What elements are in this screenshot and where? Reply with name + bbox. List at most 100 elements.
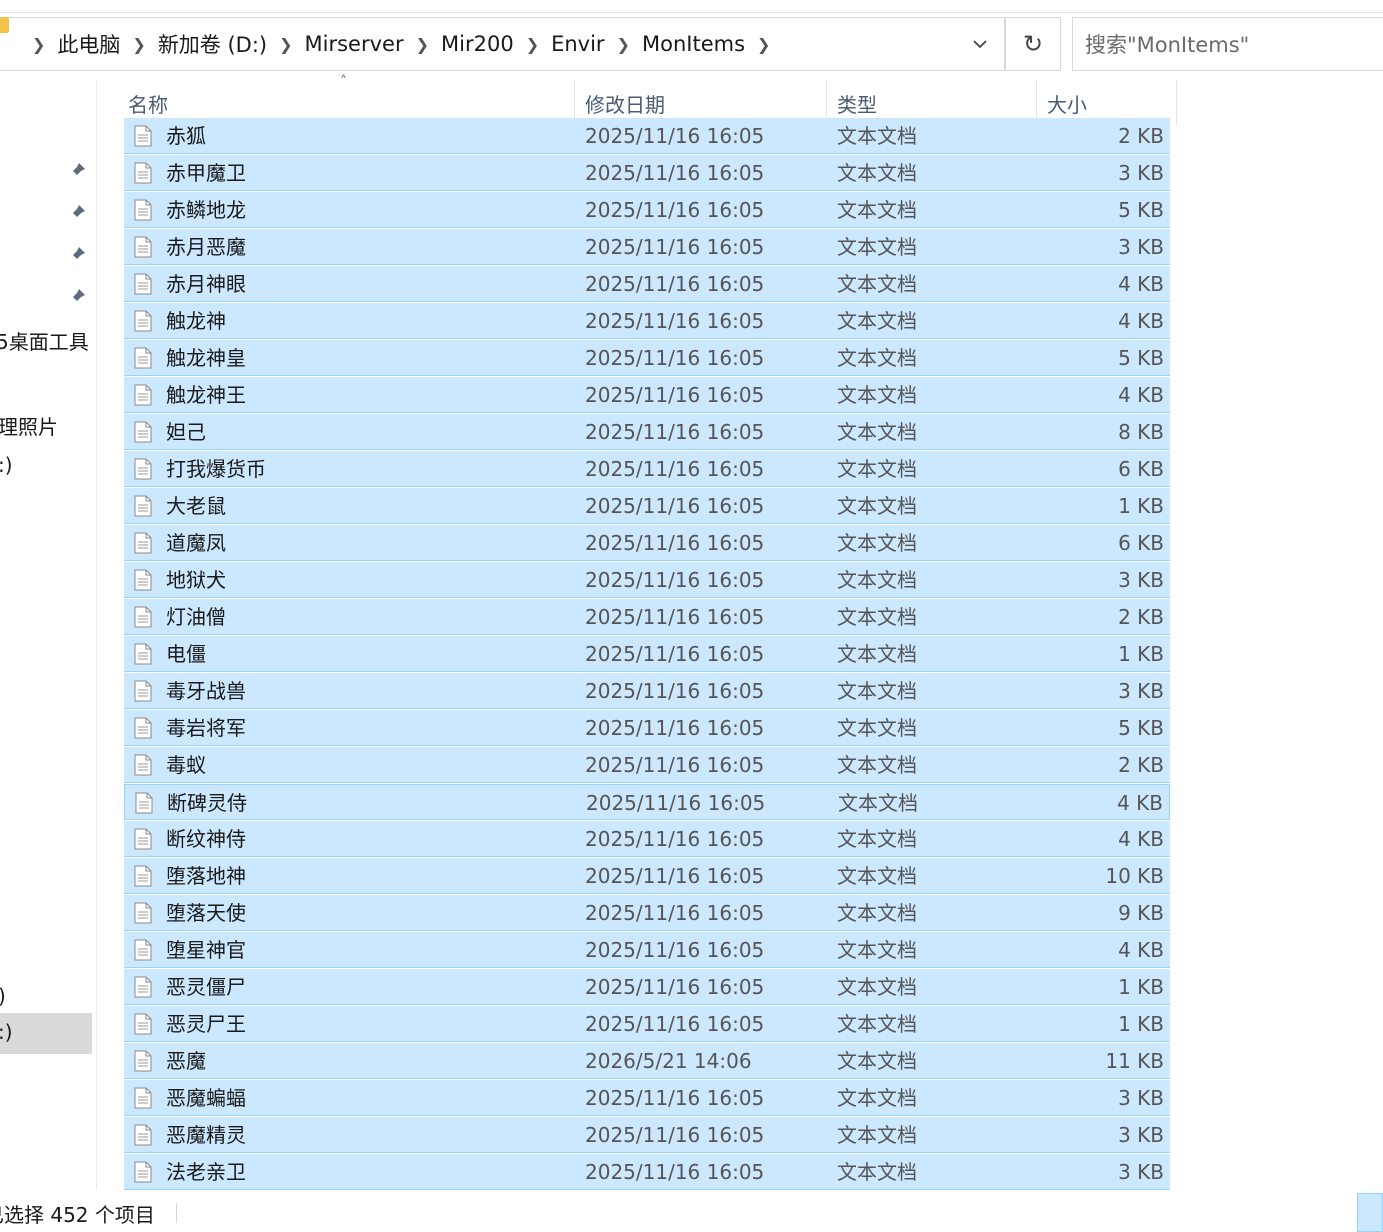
file-row[interactable]: 毒岩将军 2025/11/16 16:05 文本文档 5 KB — [124, 710, 1170, 746]
file-row[interactable]: 恶灵尸王 2025/11/16 16:05 文本文档 1 KB — [124, 1006, 1170, 1042]
chevron-right-icon[interactable]: ❯ — [526, 35, 539, 54]
chevron-right-icon[interactable]: ❯ — [132, 35, 145, 54]
file-type: 文本文档 — [837, 383, 917, 407]
file-row[interactable]: 触龙神 2025/11/16 16:05 文本文档 4 KB — [124, 303, 1170, 339]
nav-item-drive-d: :) — [0, 1020, 13, 1044]
file-modified-date: 2026/5/21 14:06 — [585, 1049, 752, 1073]
nav-item-drive-c[interactable]: :) — [0, 453, 13, 477]
breadcrumb-item-envir[interactable]: Envir — [551, 32, 604, 56]
pin-icon[interactable] — [66, 286, 88, 308]
text-file-icon — [135, 792, 153, 814]
nav-item-selected[interactable]: :) — [0, 1013, 92, 1054]
file-size: 3 KB — [1118, 235, 1164, 259]
file-row[interactable]: 赤月神眼 2025/11/16 16:05 文本文档 4 KB — [124, 266, 1170, 302]
file-row[interactable]: 堕落地神 2025/11/16 16:05 文本文档 10 KB — [124, 858, 1170, 894]
file-type: 文本文档 — [837, 420, 917, 444]
file-type: 文本文档 — [838, 791, 918, 815]
file-row[interactable]: 毒牙战兽 2025/11/16 16:05 文本文档 3 KB — [124, 673, 1170, 709]
chevron-right-icon[interactable]: ❯ — [416, 35, 429, 54]
chevron-right-icon[interactable]: ❯ — [617, 35, 630, 54]
file-modified-date: 2025/11/16 16:05 — [585, 605, 765, 629]
file-row[interactable]: 赤月恶魔 2025/11/16 16:05 文本文档 3 KB — [124, 229, 1170, 265]
file-list[interactable]: 赤狐 2025/11/16 16:05 文本文档 2 KB 赤甲魔卫 2025/11/16… — [124, 118, 1170, 1192]
file-row[interactable]: 妲己 2025/11/16 16:05 文本文档 8 KB — [124, 414, 1170, 450]
file-type: 文本文档 — [837, 975, 917, 999]
file-name: 断碑灵侍 — [167, 791, 247, 815]
file-type: 文本文档 — [837, 753, 917, 777]
file-row[interactable]: 灯油僧 2025/11/16 16:05 文本文档 2 KB — [124, 599, 1170, 635]
file-row[interactable]: 打我爆货币 2025/11/16 16:05 文本文档 6 KB — [124, 451, 1170, 487]
file-type: 文本文档 — [837, 309, 917, 333]
file-name: 恶魔 — [166, 1049, 206, 1073]
file-name: 毒岩将军 — [166, 716, 246, 740]
search-input[interactable]: 搜索"MonItems" — [1072, 17, 1383, 71]
nav-item-photos[interactable]: 理照片 — [0, 411, 58, 440]
refresh-button[interactable]: ↻ — [1005, 17, 1061, 71]
chevron-right-icon[interactable]: ❯ — [757, 35, 770, 54]
file-row[interactable]: 毒蚁 2025/11/16 16:05 文本文档 2 KB — [124, 747, 1170, 783]
file-type: 文本文档 — [837, 901, 917, 925]
chevron-right-icon[interactable]: ❯ — [279, 35, 292, 54]
breadcrumb-item-drive-d[interactable]: 新加卷 (D:) — [158, 29, 267, 59]
file-size: 3 KB — [1118, 161, 1164, 185]
file-row[interactable]: 地狱犬 2025/11/16 16:05 文本文档 3 KB — [124, 562, 1170, 598]
nav-item-desktop-tools[interactable]: 5桌面工具 — [0, 326, 89, 355]
pin-icon[interactable] — [66, 244, 88, 266]
navigation-pane[interactable]: 5桌面工具 理照片 :) :) ) — [0, 80, 97, 1190]
nav-item-drive-e[interactable]: ) — [0, 984, 6, 1008]
file-row[interactable]: 赤鳞地龙 2025/11/16 16:05 文本文档 5 KB — [124, 192, 1170, 228]
file-name: 赤狐 — [166, 124, 206, 148]
file-name: 触龙神王 — [166, 383, 246, 407]
file-row[interactable]: 法老亲卫 2025/11/16 16:05 文本文档 3 KB — [124, 1154, 1170, 1190]
file-type: 文本文档 — [837, 827, 917, 851]
breadcrumb-item-mir200[interactable]: Mir200 — [441, 32, 514, 56]
file-name: 赤月恶魔 — [166, 235, 246, 259]
address-bar[interactable]: ❯ 此电脑 ❯ 新加卷 (D:) ❯ Mirserver ❯ Mir200 ❯ … — [0, 17, 1005, 71]
file-modified-date: 2025/11/16 16:05 — [585, 124, 765, 148]
file-size: 3 KB — [1118, 679, 1164, 703]
details-view-button[interactable] — [1357, 1193, 1383, 1232]
file-row[interactable]: 触龙神皇 2025/11/16 16:05 文本文档 5 KB — [124, 340, 1170, 376]
file-row[interactable]: 堕星神官 2025/11/16 16:05 文本文档 4 KB — [124, 932, 1170, 968]
file-size: 3 KB — [1118, 1086, 1164, 1110]
file-row[interactable]: 赤狐 2025/11/16 16:05 文本文档 2 KB — [124, 118, 1170, 154]
chevron-right-icon[interactable]: ❯ — [32, 35, 45, 54]
breadcrumb-item-this-pc[interactable]: 此电脑 — [57, 29, 120, 59]
breadcrumb-item-mirserver[interactable]: Mirserver — [305, 32, 404, 56]
file-name: 触龙神 — [166, 309, 226, 333]
file-type: 文本文档 — [837, 161, 917, 185]
file-size: 6 KB — [1118, 457, 1164, 481]
file-name: 大老鼠 — [166, 494, 226, 518]
address-history-dropdown[interactable] — [960, 18, 1000, 70]
file-row[interactable]: 恶魔蝙蝠 2025/11/16 16:05 文本文档 3 KB — [124, 1080, 1170, 1116]
file-modified-date: 2025/11/16 16:05 — [585, 531, 765, 555]
file-modified-date: 2025/11/16 16:05 — [585, 827, 765, 851]
file-row[interactable]: 大老鼠 2025/11/16 16:05 文本文档 1 KB — [124, 488, 1170, 524]
file-name: 电僵 — [166, 642, 206, 666]
text-file-icon — [134, 680, 152, 702]
file-row[interactable]: 电僵 2025/11/16 16:05 文本文档 1 KB — [124, 636, 1170, 672]
file-row[interactable]: 堕落天使 2025/11/16 16:05 文本文档 9 KB — [124, 895, 1170, 931]
file-name: 赤月神眼 — [166, 272, 246, 296]
file-name: 妲己 — [166, 420, 206, 444]
pin-icon[interactable] — [66, 202, 88, 224]
file-modified-date: 2025/11/16 16:05 — [585, 1012, 765, 1036]
file-row[interactable]: 恶灵僵尸 2025/11/16 16:05 文本文档 1 KB — [124, 969, 1170, 1005]
file-size: 1 KB — [1118, 975, 1164, 999]
breadcrumb-item-monitems[interactable]: MonItems — [642, 32, 745, 56]
file-modified-date: 2025/11/16 16:05 — [585, 346, 765, 370]
text-file-icon — [134, 865, 152, 887]
text-file-icon — [134, 310, 152, 332]
file-row[interactable]: 断碑灵侍 2025/11/16 16:05 文本文档 4 KB — [124, 784, 1170, 820]
file-row[interactable]: 断纹神侍 2025/11/16 16:05 文本文档 4 KB — [124, 821, 1170, 857]
file-size: 4 KB — [1118, 309, 1164, 333]
file-row[interactable]: 恶魔精灵 2025/11/16 16:05 文本文档 3 KB — [124, 1117, 1170, 1153]
file-row[interactable]: 道魔凤 2025/11/16 16:05 文本文档 6 KB — [124, 525, 1170, 561]
file-row[interactable]: 恶魔 2026/5/21 14:06 文本文档 11 KB — [124, 1043, 1170, 1079]
file-row[interactable]: 赤甲魔卫 2025/11/16 16:05 文本文档 3 KB — [124, 155, 1170, 191]
file-name: 法老亲卫 — [166, 1160, 246, 1184]
pin-icon[interactable] — [66, 160, 88, 182]
file-row[interactable]: 触龙神王 2025/11/16 16:05 文本文档 4 KB — [124, 377, 1170, 413]
file-modified-date: 2025/11/16 16:05 — [585, 642, 765, 666]
chevron-down-icon — [973, 40, 987, 49]
